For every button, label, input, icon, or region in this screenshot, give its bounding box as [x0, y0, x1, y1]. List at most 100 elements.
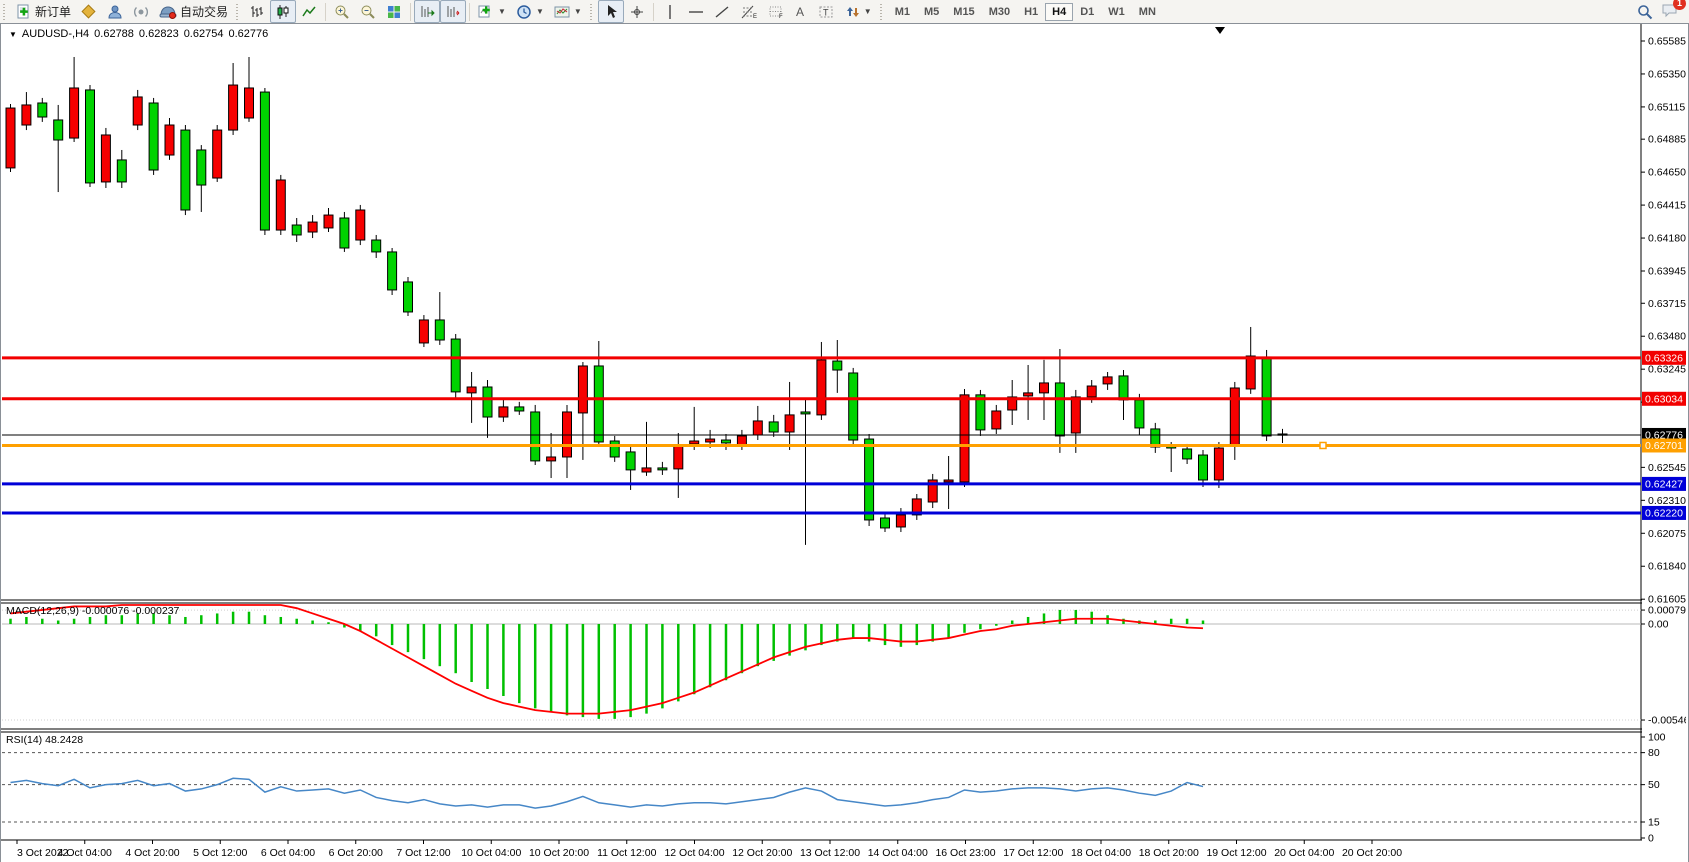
rsi-axis-label[interactable]: 0 [1648, 833, 1654, 845]
line-chart-button[interactable] [296, 0, 322, 23]
chart-canvas[interactable]: 0.65585 0.65350 0.65115 0.64885 0.64650 0.644… [1, 24, 1686, 860]
price-axis-label[interactable]: 0.63945 [1648, 266, 1686, 278]
fibonacci-button[interactable]: E [735, 0, 763, 23]
price-axis-label[interactable]: 0.65350 [1648, 68, 1686, 80]
macd-axis-label[interactable]: 0.00 [1648, 619, 1669, 631]
dropdown-caret[interactable]: ▼ [498, 7, 506, 16]
time-axis-label[interactable]: 20 Oct 04:00 [1274, 847, 1334, 859]
time-axis-label[interactable]: 10 Oct 20:00 [529, 847, 589, 859]
text-label-button[interactable]: T [813, 0, 839, 23]
time-axis-label[interactable]: 4 Oct 20:00 [125, 847, 179, 859]
rsi-axis-label[interactable]: 15 [1648, 816, 1660, 828]
time-axis-label[interactable]: 18 Oct 04:00 [1071, 847, 1131, 859]
time-axis-label[interactable]: 18 Oct 20:00 [1139, 847, 1199, 859]
time-axis-label[interactable]: 7 Oct 12:00 [396, 847, 450, 859]
shapes-button[interactable]: ▼ [839, 0, 877, 23]
time-axis-label[interactable]: 12 Oct 20:00 [732, 847, 792, 859]
macd-axis-label[interactable]: 0.000793 [1648, 605, 1686, 617]
price-axis-label[interactable]: 0.64180 [1648, 233, 1686, 245]
tile-windows-button[interactable] [381, 0, 407, 23]
zoom-in-icon [334, 4, 350, 20]
horizontal-line-button[interactable] [683, 0, 709, 23]
vertical-line-button[interactable] [657, 0, 683, 23]
toolbar-grip[interactable] [3, 4, 8, 20]
candle-down [86, 90, 95, 183]
grid-button[interactable]: F [763, 0, 789, 23]
time-axis-label[interactable]: 13 Oct 12:00 [800, 847, 860, 859]
timeframe-d1[interactable]: D1 [1073, 3, 1101, 21]
price-axis-label[interactable]: 0.65585 [1648, 35, 1686, 47]
fibonacci-icon: E [740, 4, 758, 20]
timeframe-m5[interactable]: M5 [917, 3, 946, 21]
price-axis-label[interactable]: 0.61840 [1648, 561, 1686, 573]
price-axis-label[interactable]: 0.64415 [1648, 200, 1686, 212]
chart-window-button[interactable] [76, 0, 102, 23]
timeframe-h4[interactable]: H4 [1045, 3, 1073, 21]
periods-button[interactable]: ▼ [511, 0, 549, 23]
time-axis-label[interactable]: 16 Oct 23:00 [935, 847, 995, 859]
dropdown-caret[interactable]: ▼ [574, 7, 582, 16]
price-axis-label[interactable]: 0.64885 [1648, 134, 1686, 146]
zoom-in-button[interactable] [329, 0, 355, 23]
shift-end-button[interactable] [414, 0, 440, 23]
rsi-panel-area[interactable] [2, 732, 1641, 840]
dropdown-caret[interactable]: ▼ [864, 7, 872, 16]
timeframe-m1[interactable]: M1 [888, 3, 917, 21]
time-axis-label[interactable]: 6 Oct 04:00 [261, 847, 315, 859]
window-menu-icon[interactable]: ▼ [9, 30, 17, 39]
macd-axis-label[interactable]: -0.005464 [1648, 715, 1686, 727]
candle-up [960, 395, 969, 482]
time-axis-label[interactable]: 20 Oct 20:00 [1342, 847, 1402, 859]
new-order-button[interactable]: 新订单 [11, 0, 76, 23]
timeframe-h1[interactable]: H1 [1017, 3, 1045, 21]
price-axis-label[interactable]: 0.63715 [1648, 298, 1686, 310]
candle-up [690, 441, 699, 444]
market-watch-button[interactable] [102, 0, 128, 23]
price-axis-label[interactable]: 0.62075 [1648, 528, 1686, 540]
search-icon[interactable] [1637, 4, 1653, 20]
price-axis-label[interactable]: 0.62545 [1648, 462, 1686, 474]
price-axis-label[interactable]: 0.63245 [1648, 364, 1686, 376]
time-axis-label[interactable]: 4 Oct 04:00 [58, 847, 112, 859]
timeframe-mn[interactable]: MN [1132, 3, 1163, 21]
auto-scroll-button[interactable] [440, 0, 466, 23]
price-axis-label[interactable]: 0.62310 [1648, 495, 1686, 507]
trendline-button[interactable] [709, 0, 735, 23]
rsi-axis-label[interactable]: 80 [1648, 747, 1660, 759]
autotrading-button[interactable]: 自动交易 [154, 0, 233, 23]
candle-up [547, 457, 556, 461]
price-axis-label[interactable]: 0.64650 [1648, 167, 1686, 179]
text-label-icon: T [818, 4, 834, 20]
line-selection-marker[interactable] [1320, 442, 1326, 448]
time-axis-label[interactable]: 17 Oct 12:00 [1003, 847, 1063, 859]
add-indicator-button[interactable]: ▼ [473, 0, 511, 23]
time-axis-label[interactable]: 12 Oct 04:00 [664, 847, 724, 859]
timeframe-w1[interactable]: W1 [1101, 3, 1132, 21]
toolbar-grip[interactable] [236, 4, 241, 20]
candlestick-chart-button[interactable] [270, 0, 296, 23]
timeframe-m30[interactable]: M30 [982, 3, 1017, 21]
price-axis-label[interactable]: 0.65115 [1648, 101, 1685, 113]
toolbar-grip[interactable] [590, 4, 595, 20]
notifications-button[interactable]: 1 [1661, 2, 1679, 21]
cursor-button[interactable] [598, 0, 624, 23]
time-axis-label[interactable]: 10 Oct 04:00 [461, 847, 521, 859]
dropdown-caret[interactable]: ▼ [536, 7, 544, 16]
price-axis-label[interactable]: 0.63480 [1648, 331, 1686, 343]
time-axis-label[interactable]: 19 Oct 12:00 [1206, 847, 1266, 859]
zoom-out-button[interactable] [355, 0, 381, 23]
signals-button[interactable] [128, 0, 154, 23]
rsi-axis-label[interactable]: 100 [1648, 732, 1666, 744]
candle-down [1055, 383, 1064, 436]
time-axis-label[interactable]: 5 Oct 12:00 [193, 847, 247, 859]
rsi-axis-label[interactable]: 50 [1648, 779, 1660, 791]
time-axis-label[interactable]: 14 Oct 04:00 [868, 847, 928, 859]
time-axis-label[interactable]: 6 Oct 20:00 [329, 847, 383, 859]
toolbar-grip[interactable] [880, 4, 885, 20]
time-axis-label[interactable]: 11 Oct 12:00 [597, 847, 657, 859]
bar-chart-button[interactable] [244, 0, 270, 23]
templates-button[interactable]: ▼ [549, 0, 587, 23]
crosshair-button[interactable] [624, 0, 650, 23]
text-button[interactable]: A [789, 0, 813, 23]
timeframe-m15[interactable]: M15 [946, 3, 981, 21]
